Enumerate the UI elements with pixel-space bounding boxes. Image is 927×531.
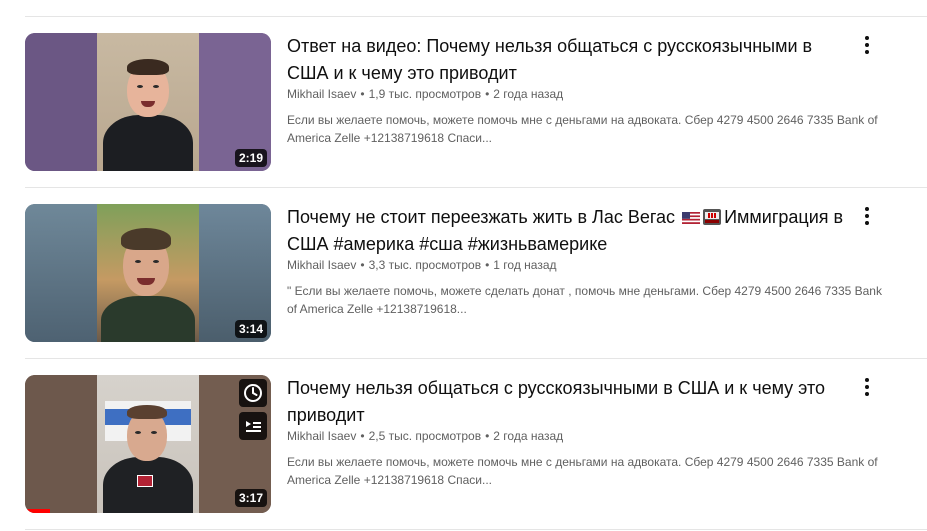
add-to-queue-button[interactable] <box>239 412 267 440</box>
channel-name[interactable]: Mikhail Isaev <box>287 258 356 272</box>
video-thumbnail[interactable]: 3:17 <box>25 375 271 513</box>
meta-separator: • <box>485 87 490 101</box>
video-duration: 3:17 <box>234 489 267 507</box>
video-thumbnail[interactable]: 2:19 <box>25 33 271 171</box>
meta-separator: • <box>360 429 365 443</box>
divider <box>25 187 927 188</box>
channel-name[interactable]: Mikhail Isaev <box>287 87 356 101</box>
meta-separator: • <box>485 258 490 272</box>
playlist-add-icon <box>246 421 261 432</box>
video-description: Если вы желаете помочь, можете помочь мн… <box>287 455 878 487</box>
view-count: 1,9 тыс. просмотров <box>368 87 482 101</box>
more-actions-button[interactable] <box>855 33 879 57</box>
kebab-dot <box>865 378 869 382</box>
divider <box>25 529 927 530</box>
view-count: 3,3 тыс. просмотров <box>368 258 482 272</box>
video-meta: Mikhail Isaev • 2,5 тыс. просмотров • 2 года… <box>287 427 563 445</box>
more-actions-button[interactable] <box>855 204 879 228</box>
meta-separator: • <box>485 429 490 443</box>
us-flag-icon <box>682 212 701 224</box>
slot-machine-icon <box>703 209 722 225</box>
video-title[interactable]: Почему не стоит переезжать жить в Лас Ве… <box>287 204 847 258</box>
video-title-part: Почему не стоит переезжать жить в Лас Ве… <box>287 207 676 227</box>
watch-later-button[interactable] <box>239 379 267 407</box>
upload-age: 2 года назад <box>493 429 564 443</box>
kebab-dot <box>865 221 869 225</box>
kebab-dot <box>865 207 869 211</box>
clock-icon <box>244 384 262 402</box>
video-thumbnail[interactable]: 3:14 <box>25 204 271 342</box>
video-result-1[interactable]: 2:19 Ответ на видео: Почему нельзя общат… <box>25 33 927 173</box>
video-title[interactable]: Почему нельзя общаться с русскоязычными … <box>287 375 847 429</box>
kebab-dot <box>865 392 869 396</box>
divider <box>25 358 927 359</box>
kebab-dot <box>865 50 869 54</box>
view-count: 2,5 тыс. просмотров <box>368 429 482 443</box>
upload-age: 1 год назад <box>493 258 557 272</box>
video-result-3[interactable]: 3:17 Почему нельзя общаться с русскоязыч… <box>25 375 927 515</box>
video-meta: Mikhail Isaev • 1,9 тыс. просмотров • 2 года… <box>287 85 563 103</box>
video-duration: 3:14 <box>234 320 267 338</box>
more-actions-button[interactable] <box>855 375 879 399</box>
channel-name[interactable]: Mikhail Isaev <box>287 429 356 443</box>
kebab-dot <box>865 43 869 47</box>
video-meta: Mikhail Isaev • 3,3 тыс. просмотров • 1 год … <box>287 256 557 274</box>
meta-separator: • <box>360 87 365 101</box>
kebab-dot <box>865 214 869 218</box>
video-description: " Если вы желаете помочь, можете сделать… <box>287 284 882 316</box>
video-duration: 2:19 <box>234 149 267 167</box>
video-result-2[interactable]: 3:14 Почему не стоит переезжать жить в Л… <box>25 204 927 344</box>
video-description: Если вы желаете помочь, можете помочь мн… <box>287 113 878 145</box>
video-title[interactable]: Ответ на видео: Почему нельзя общаться с… <box>287 33 847 87</box>
divider-top <box>25 16 927 17</box>
upload-age: 2 года назад <box>493 87 564 101</box>
meta-separator: • <box>360 258 365 272</box>
watch-progress-bar <box>25 509 50 513</box>
kebab-dot <box>865 36 869 40</box>
kebab-dot <box>865 385 869 389</box>
